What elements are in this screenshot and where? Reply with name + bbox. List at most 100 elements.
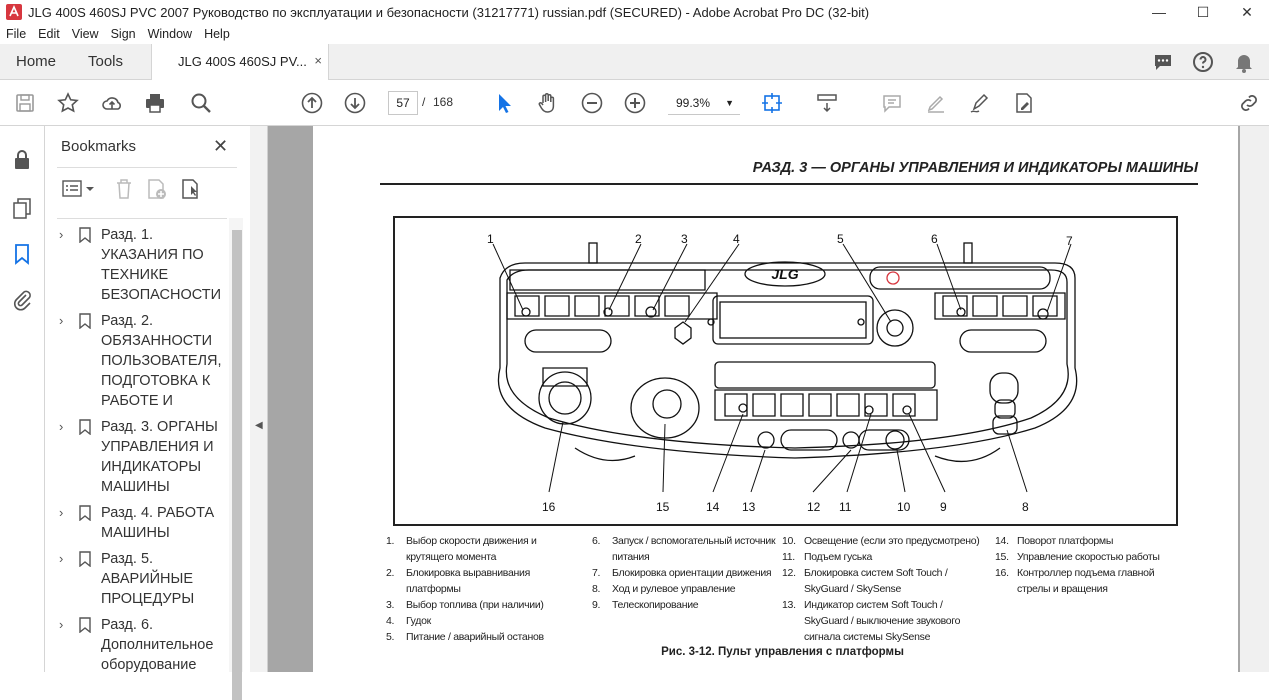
bookmark-item[interactable]: › Разд. 6. Дополнительное оборудование	[57, 609, 227, 672]
bookmarks-close-button[interactable]: ✕	[213, 136, 228, 157]
window-title: JLG 400S 460SJ PVC 2007 Руководство по э…	[28, 4, 870, 20]
panel-splitter[interactable]: ◀	[250, 126, 268, 672]
help-icon[interactable]	[1191, 50, 1215, 74]
figure-caption: Рис. 3-12. Пульт управления с платформы	[661, 646, 904, 658]
tab-document-label: JLG 400S 460SJ PV...	[178, 54, 307, 69]
highlight-pen-icon[interactable]	[924, 91, 948, 115]
legend-item: 5. Питание / аварийный останов	[386, 631, 544, 643]
bookmark-icon	[79, 551, 91, 567]
chevron-right-icon[interactable]: ›	[59, 503, 63, 523]
legend-item: 16. Контроллер подъема главной стрелы и в…	[995, 567, 1155, 595]
legend-item: 11. Подъем гуська	[782, 551, 873, 563]
notification-bell-icon[interactable]	[1232, 50, 1256, 74]
callout-1: 1	[487, 232, 494, 246]
next-page-icon[interactable]	[343, 91, 367, 115]
fit-page-icon[interactable]	[760, 91, 784, 115]
menu-sign[interactable]: Sign	[105, 27, 142, 41]
sign-pen-icon[interactable]	[968, 91, 992, 115]
main-toolbar: 57 / 168 99.3% ▼	[0, 80, 1269, 126]
menu-window[interactable]: Window	[142, 27, 198, 41]
legend-item: 6. Запуск / вспомогательный источник пита…	[592, 535, 776, 563]
zoom-value: 99.3%	[676, 96, 711, 110]
callout-15: 15	[656, 500, 670, 514]
zoom-in-icon[interactable]	[623, 91, 647, 115]
tab-close-button[interactable]: ×	[314, 53, 322, 68]
callout-13: 13	[742, 500, 756, 514]
close-window-button[interactable]: ✕	[1225, 4, 1269, 21]
zoom-search-icon[interactable]	[189, 91, 213, 115]
new-bookmark-icon[interactable]	[145, 177, 169, 201]
bookmark-star-icon[interactable]	[56, 91, 80, 115]
bookmark-item[interactable]: › Разд. 2. ОБЯЗАННОСТИ ПОЛЬЗОВАТЕЛЯ, ПОД…	[57, 305, 227, 411]
legend-column-1: 1. Выбор скорости движения и крутящего мо…	[386, 533, 582, 645]
page-thumbnails-icon[interactable]	[10, 196, 34, 220]
attachment-icon[interactable]	[10, 288, 34, 312]
chevron-right-icon[interactable]: ›	[59, 549, 63, 569]
bookmark-item[interactable]: › Разд. 3. ОРГАНЫ УПРАВЛЕНИЯ И ИНДИКАТОР…	[57, 411, 227, 497]
legend-column-2: 6. Запуск / вспомогательный источник пита…	[592, 533, 777, 613]
maximize-button[interactable]: ☐	[1181, 4, 1225, 21]
print-icon[interactable]	[143, 91, 167, 115]
bookmark-item[interactable]: › Разд. 4. РАБОТА МАШИНЫ	[57, 497, 227, 543]
bookmarks-title: Bookmarks	[61, 138, 137, 155]
callout-5: 5	[837, 232, 844, 246]
document-scrollbar[interactable]	[1240, 126, 1269, 672]
add-comment-icon[interactable]	[880, 91, 904, 115]
chevron-right-icon[interactable]: ›	[59, 225, 63, 245]
hand-tool-icon[interactable]	[535, 91, 559, 115]
menu-help[interactable]: Help	[198, 27, 236, 41]
chevron-right-icon[interactable]: ›	[59, 311, 63, 331]
zoom-out-icon[interactable]	[580, 91, 604, 115]
zoom-select[interactable]: 99.3% ▼	[668, 91, 740, 115]
previous-page-icon[interactable]	[300, 91, 324, 115]
tab-document[interactable]: JLG 400S 460SJ PV... ×	[151, 44, 329, 81]
bookmark-label: Разд. 6. Дополнительное оборудование	[101, 617, 214, 672]
fill-sign-icon[interactable]	[1012, 91, 1036, 115]
callout-6: 6	[931, 232, 938, 246]
legend-item: 10. Освещение (если это предусмотрено)	[782, 535, 980, 547]
left-rail	[0, 126, 45, 672]
bookmark-options-icon[interactable]	[61, 178, 97, 200]
control-panel-figure: JLG 1 2 3 4 5 6 7 8 9 10 11 12 13 14 15 …	[393, 216, 1178, 526]
menu-bar: File Edit View Sign Window Help	[0, 24, 1269, 44]
menu-view[interactable]: View	[66, 27, 105, 41]
minimize-button[interactable]: —	[1137, 4, 1181, 20]
bookmark-item[interactable]: › Разд. 5. АВАРИЙНЫЕ ПРОЦЕДУРЫ	[57, 543, 227, 609]
callout-8: 8	[1022, 500, 1029, 514]
callout-12: 12	[807, 500, 821, 514]
chevron-down-icon: ▼	[725, 98, 734, 108]
tab-home[interactable]: Home	[16, 53, 56, 70]
control-panel-drawing: JLG	[492, 242, 1078, 493]
bookmarks-panel: Bookmarks ✕ › Разд. 1. УКАЗАНИЯ ПО ТЕХНИ…	[45, 126, 250, 700]
legend-item: 12. Блокировка систем Soft Touch / SkyGua…	[782, 567, 948, 595]
select-cursor-icon[interactable]	[492, 91, 516, 115]
comment-icon[interactable]	[1151, 50, 1175, 74]
scroll-mode-icon[interactable]	[815, 91, 839, 115]
bookmark-label: Разд. 2. ОБЯЗАННОСТИ ПОЛЬЗОВАТЕЛЯ, ПОДГО…	[101, 313, 222, 409]
chevron-right-icon[interactable]: ›	[59, 417, 63, 437]
legend-item: 13. Индикатор систем Soft Touch / SkyGuar…	[782, 599, 961, 643]
bookmark-label: Разд. 1. УКАЗАНИЯ ПО ТЕХНИКЕ БЕЗОПАСНОСТ…	[101, 227, 222, 303]
jlg-logo: JLG	[771, 266, 798, 282]
upload-cloud-icon[interactable]	[100, 91, 124, 115]
save-icon[interactable]	[13, 91, 37, 115]
bookmarks-scroll-thumb[interactable]	[232, 230, 242, 700]
delete-bookmark-icon[interactable]	[113, 177, 135, 201]
share-link-icon[interactable]	[1237, 91, 1261, 115]
find-bookmark-icon[interactable]	[179, 177, 203, 201]
menu-file[interactable]: File	[0, 27, 32, 41]
bookmark-panel-icon[interactable]	[10, 242, 34, 266]
tab-tools[interactable]: Tools	[88, 53, 123, 70]
bookmark-item[interactable]: › Разд. 1. УКАЗАНИЯ ПО ТЕХНИКЕ БЕЗОПАСНО…	[57, 219, 227, 305]
menu-edit[interactable]: Edit	[32, 27, 66, 41]
page-number-input[interactable]: 57	[388, 91, 418, 115]
collapse-panel-icon[interactable]: ◀	[255, 420, 263, 431]
chevron-right-icon[interactable]: ›	[59, 615, 63, 635]
lock-icon[interactable]	[10, 148, 34, 172]
bookmark-icon	[79, 617, 91, 633]
bookmarks-scrollbar[interactable]	[229, 218, 243, 700]
bookmarks-divider	[57, 167, 237, 168]
callout-9: 9	[940, 500, 947, 514]
bookmarks-list: › Разд. 1. УКАЗАНИЯ ПО ТЕХНИКЕ БЕЗОПАСНО…	[57, 218, 227, 672]
bookmark-label: Разд. 5. АВАРИЙНЫЕ ПРОЦЕДУРЫ	[101, 551, 195, 607]
